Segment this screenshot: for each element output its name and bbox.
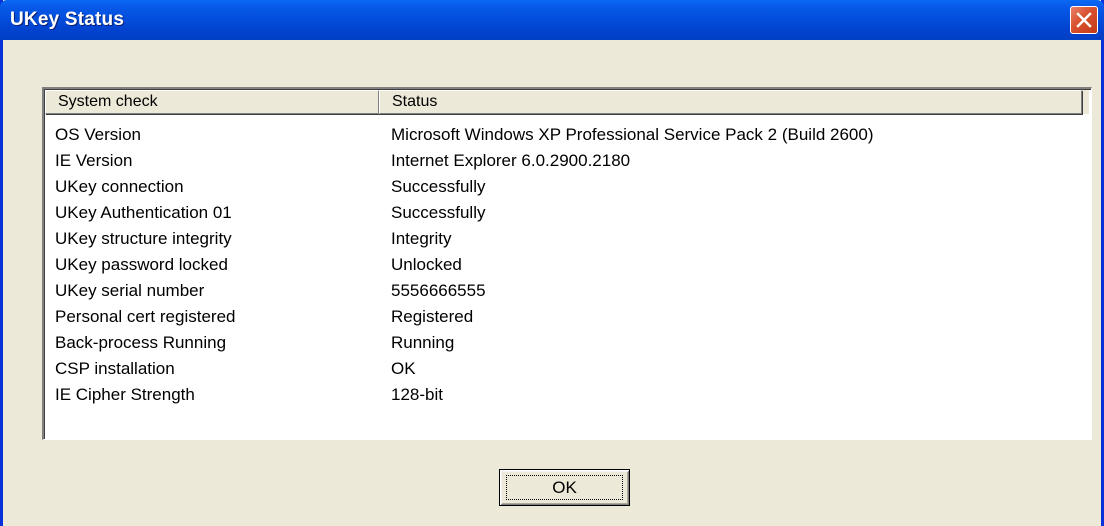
list-item[interactable]: IE Cipher Strength 128-bit <box>45 382 1089 408</box>
close-icon <box>1076 12 1092 28</box>
check-status: Internet Explorer 6.0.2900.2180 <box>391 151 631 170</box>
list-rows: OS Version Microsoft Windows XP Professi… <box>45 122 1089 408</box>
dialog-window: UKey Status System check Status OS Versi… <box>0 0 1104 526</box>
check-name: UKey Authentication 01 <box>55 203 232 222</box>
list-item[interactable]: Back-process Running Running <box>45 330 1089 356</box>
check-name: UKey connection <box>55 177 184 196</box>
check-name: UKey structure integrity <box>55 229 232 248</box>
list-item[interactable]: CSP installation OK <box>45 356 1089 382</box>
check-name: IE Cipher Strength <box>55 385 195 404</box>
check-name: IE Version <box>55 151 133 170</box>
column-header-system-check[interactable]: System check <box>45 90 379 114</box>
list-item[interactable]: UKey serial number 5556666555 <box>45 278 1089 304</box>
list-item[interactable]: IE Version Internet Explorer 6.0.2900.21… <box>45 148 1089 174</box>
check-status: 128-bit <box>391 385 443 404</box>
list-item[interactable]: UKey structure integrity Integrity <box>45 226 1089 252</box>
check-status: Integrity <box>391 229 452 248</box>
check-name: UKey password locked <box>55 255 228 274</box>
list-item[interactable]: UKey connection Successfully <box>45 174 1089 200</box>
check-status: Unlocked <box>391 255 462 274</box>
list-item[interactable]: UKey Authentication 01 Successfully <box>45 200 1089 226</box>
check-status: Registered <box>391 307 474 326</box>
check-status: Successfully <box>391 177 486 196</box>
close-button[interactable] <box>1070 6 1098 34</box>
system-check-list[interactable]: System check Status OS Version Microsoft… <box>42 87 1092 440</box>
list-item[interactable]: UKey password locked Unlocked <box>45 252 1089 278</box>
list-item[interactable]: OS Version Microsoft Windows XP Professi… <box>45 122 1089 148</box>
check-name: UKey serial number <box>55 281 205 300</box>
ok-button-label: OK <box>552 478 577 497</box>
check-name: Personal cert registered <box>55 307 236 326</box>
column-header-status[interactable]: Status <box>379 90 1082 114</box>
check-status: Successfully <box>391 203 486 222</box>
list-header: System check Status <box>45 90 1089 114</box>
check-status: Running <box>391 333 455 352</box>
list-item[interactable]: Personal cert registered Registered <box>45 304 1089 330</box>
check-name: OS Version <box>55 125 141 144</box>
check-status: Microsoft Windows XP Professional Servic… <box>391 125 874 144</box>
check-status: 5556666555 <box>391 281 486 300</box>
ok-button[interactable]: OK <box>499 469 630 506</box>
window-title: UKey Status <box>10 9 125 30</box>
check-status: OK <box>391 359 416 378</box>
check-name: Back-process Running <box>55 333 227 352</box>
check-name: CSP installation <box>55 359 175 378</box>
title-bar[interactable]: UKey Status <box>0 0 1104 40</box>
